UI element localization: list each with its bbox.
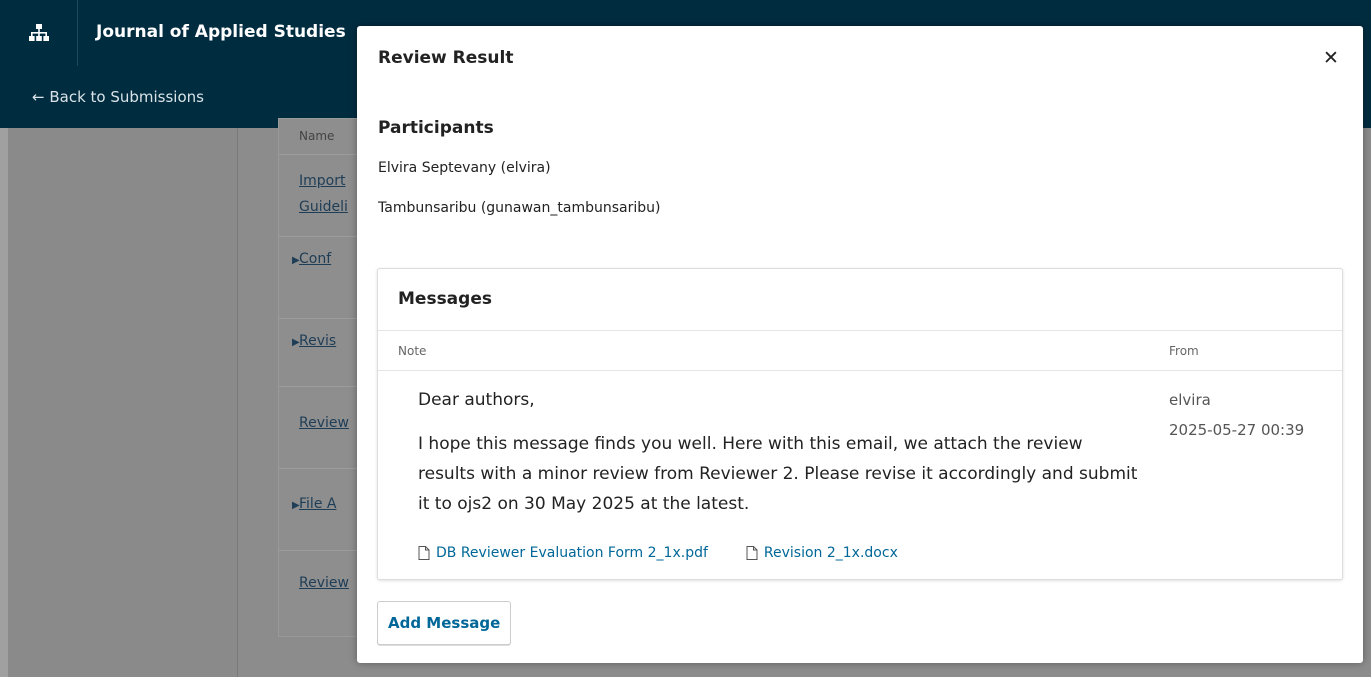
- panel-edge: [0, 128, 8, 677]
- add-message-button[interactable]: Add Message: [377, 601, 512, 645]
- participants-heading: Participants: [378, 118, 494, 138]
- sitemap-icon[interactable]: [0, 0, 78, 66]
- attachment-link[interactable]: DB Reviewer Evaluation Form 2_1x.pdf: [418, 545, 708, 561]
- message-greeting: Dear authors,: [418, 390, 535, 410]
- left-panel: [0, 128, 238, 677]
- messages-panel: Messages Note From Dear authors, I hope …: [377, 268, 1343, 580]
- message-author: elvira: [1169, 391, 1211, 409]
- review-result-modal: Review Result ✕ Participants Elvira Sept…: [357, 26, 1363, 663]
- message-text: I hope this message finds you well. Here…: [418, 434, 1138, 514]
- participant-name: Elvira Septevany (elvira): [378, 160, 551, 176]
- attachment-filename[interactable]: DB Reviewer Evaluation Form 2_1x.pdf: [436, 545, 708, 561]
- column-header-note: Note: [398, 344, 427, 358]
- modal-title: Review Result: [378, 48, 514, 68]
- message-from: elvira 2025-05-27 00:39: [1169, 385, 1304, 445]
- list-item[interactable]: Review: [299, 575, 349, 591]
- column-header-from: From: [1169, 344, 1199, 358]
- attachment-filename[interactable]: Revision 2_1x.docx: [764, 545, 898, 561]
- file-icon: [418, 546, 430, 560]
- message-attachments: DB Reviewer Evaluation Form 2_1x.pdf Rev…: [418, 545, 898, 561]
- messages-heading: Messages: [398, 289, 492, 309]
- message-note: Dear authors, I hope this message finds …: [418, 385, 1138, 519]
- back-to-submissions-link[interactable]: ← Back to Submissions: [32, 88, 204, 106]
- messages-column-header: Note From: [378, 330, 1342, 371]
- file-icon: [746, 546, 758, 560]
- journal-title[interactable]: Journal of Applied Studies: [96, 22, 346, 42]
- message-date: 2025-05-27 00:39: [1169, 421, 1305, 439]
- attachment-link[interactable]: Revision 2_1x.docx: [746, 545, 898, 561]
- close-icon[interactable]: ✕: [1318, 44, 1344, 72]
- participant-name: Tambunsaribu (gunawan_tambunsaribu): [378, 200, 661, 216]
